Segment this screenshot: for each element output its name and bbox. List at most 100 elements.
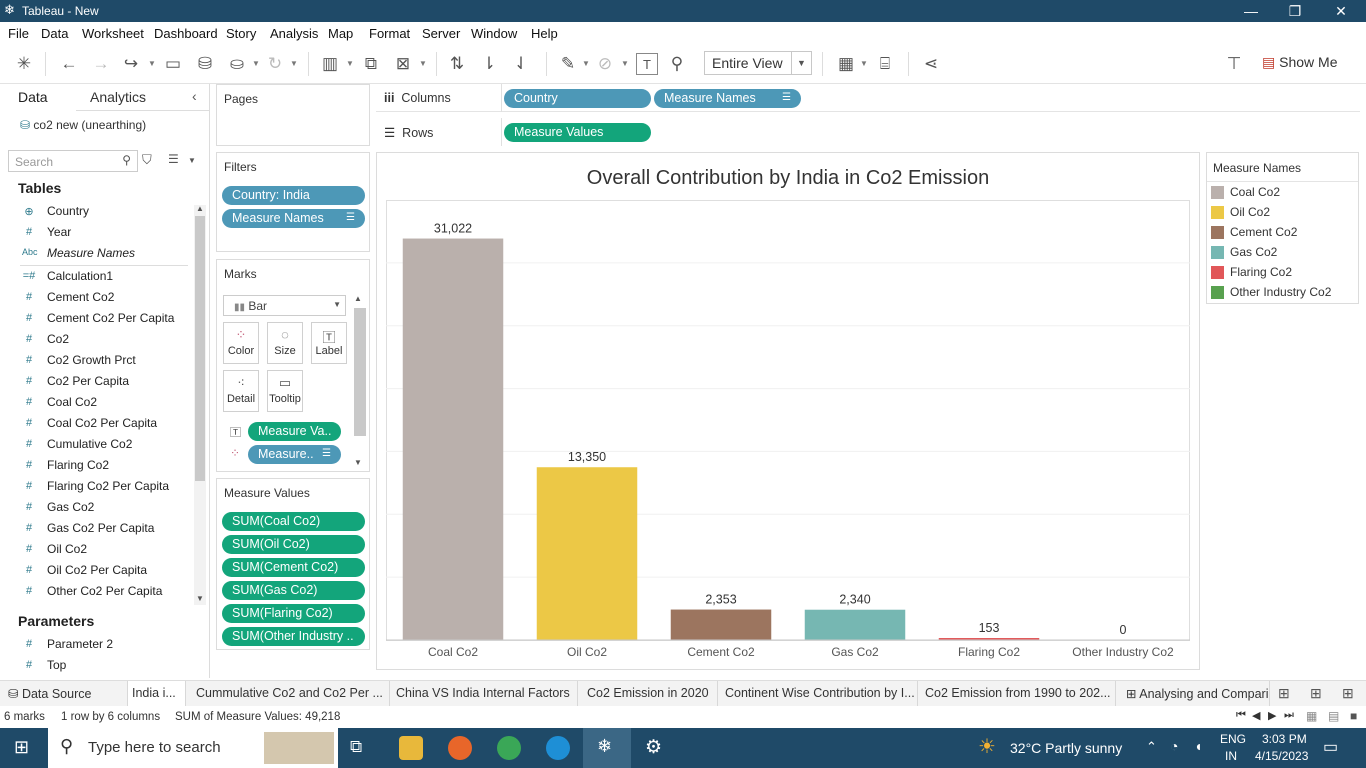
file-explorer-icon[interactable] (399, 736, 423, 760)
tab-data[interactable]: Data (18, 89, 48, 105)
scroll-up-icon[interactable]: ▲ (354, 294, 362, 303)
tab-cummulative[interactable]: Cummulative Co2 and Co2 Per ... (190, 681, 390, 707)
measure-pill[interactable]: SUM(Flaring Co2) (222, 604, 365, 623)
filter-pill-country[interactable]: Country: India (222, 186, 365, 205)
scroll-up-icon[interactable]: ▲ (196, 204, 204, 213)
measure-pill[interactable]: SUM(Oil Co2) (222, 535, 365, 554)
detail-button[interactable]: ⁖ Detail (223, 370, 259, 412)
show-filmstrip-icon[interactable]: ▦ (1306, 709, 1317, 723)
task-view-icon[interactable]: ⧉ (350, 737, 362, 757)
firefox-icon[interactable] (448, 736, 472, 760)
tab-analysing[interactable]: ⊞ Analysing and Compari (1118, 681, 1270, 707)
field-item[interactable]: # Coal Co2 (22, 395, 192, 413)
menu-help[interactable]: Help (531, 26, 558, 41)
presentation-mode-icon[interactable]: ⌸ (874, 53, 896, 75)
menu-data[interactable]: Data (41, 26, 68, 41)
fit-view-select[interactable]: Entire View ▼ (704, 51, 812, 75)
tab-china-vs-india[interactable]: China VS India Internal Factors (390, 681, 578, 707)
pages-card[interactable]: Pages (216, 84, 370, 146)
previous-sheet-icon[interactable]: ◀ (1252, 709, 1260, 722)
weather-widget[interactable]: ☀ 32°C Partly sunny (966, 728, 1136, 768)
replay-icon[interactable]: ↪ (120, 53, 142, 75)
scrollbar-thumb[interactable] (354, 308, 366, 436)
columns-pill-measure-names[interactable]: Measure Names ☰ (654, 89, 801, 108)
scroll-down-icon[interactable]: ▼ (354, 458, 362, 467)
tab-co2-1990[interactable]: Co2 Emission from 1990 to 202... (918, 681, 1116, 707)
edge-icon[interactable] (546, 736, 570, 760)
menu-file[interactable]: File (8, 26, 29, 41)
clear-sheet-icon[interactable]: ⊠ (392, 53, 414, 75)
highlight-icon[interactable]: ✎ (557, 53, 579, 75)
label-button[interactable]: 🅃 Label (311, 322, 347, 364)
mark-type-select[interactable]: ▮▮ Bar ▼ (223, 295, 346, 316)
sort-ascending-icon[interactable]: ⇂ (478, 53, 500, 75)
collapse-pane-icon[interactable]: ‹ (192, 88, 197, 104)
windows-start-icon[interactable]: ⊞ (14, 737, 29, 758)
volume-icon[interactable]: ◖ (1194, 738, 1202, 754)
notifications-icon[interactable]: ▭ (1323, 737, 1338, 757)
field-item[interactable]: # Flaring Co2 Per Capita (22, 479, 192, 497)
show-tabs-icon[interactable]: ▤ (1328, 709, 1339, 723)
field-item[interactable]: ⊕ Country (22, 204, 192, 222)
tab-analytics[interactable]: Analytics (90, 89, 146, 105)
field-item[interactable]: # Oil Co2 (22, 542, 192, 560)
bar[interactable] (670, 609, 772, 640)
swap-rows-columns-icon[interactable]: ⇅ (446, 53, 468, 75)
menu-window[interactable]: Window (471, 26, 517, 41)
field-item[interactable]: # Cumulative Co2 (22, 437, 192, 455)
menu-story[interactable]: Story (226, 26, 256, 41)
new-story-icon[interactable]: ⊞ (1342, 685, 1354, 702)
save-icon[interactable]: ▭ (162, 53, 184, 75)
undo-icon[interactable]: ← (58, 53, 80, 75)
show-cards-icon[interactable]: ▦ (835, 53, 857, 75)
redo-icon[interactable]: → (90, 53, 112, 75)
chevron-down-icon[interactable]: ▼ (582, 59, 590, 68)
taskbar-search-input[interactable]: ⚲ Type here to search (48, 728, 338, 768)
duplicate-sheet-icon[interactable]: ⧉ (360, 53, 382, 75)
new-datasource-icon[interactable]: ⛁ (194, 53, 216, 75)
filter-icon[interactable]: ⛉ (142, 152, 152, 168)
menu-dashboard[interactable]: Dashboard (154, 26, 218, 41)
format-painter-icon[interactable]: ⊤ (1223, 53, 1245, 75)
restore-button[interactable]: ❐ (1272, 2, 1318, 20)
tab-data-source[interactable]: ⛁ Data Source (0, 681, 128, 707)
field-item[interactable]: # Oil Co2 Per Capita (22, 563, 192, 581)
chrome-icon[interactable] (497, 736, 521, 760)
tooltip-button[interactable]: ▭ Tooltip (267, 370, 303, 412)
bar[interactable] (804, 609, 906, 640)
field-item[interactable]: # Cement Co2 Per Capita (22, 311, 192, 329)
chevron-down-icon[interactable]: ▼ (621, 59, 629, 68)
rows-pill-measure-values[interactable]: Measure Values (504, 123, 651, 142)
next-sheet-icon[interactable]: ▶ (1268, 709, 1276, 722)
filters-card[interactable]: Filters Country: India Measure Names ☰ (216, 152, 370, 252)
chevron-down-icon[interactable]: ▼ (419, 59, 427, 68)
last-sheet-icon[interactable]: ⏭ (1284, 709, 1294, 722)
measure-pill[interactable]: SUM(Coal Co2) (222, 512, 365, 531)
measure-pill[interactable]: SUM(Other Industry .. (222, 627, 365, 646)
field-item[interactable]: # Year (22, 225, 192, 243)
field-item[interactable]: # Flaring Co2 (22, 458, 192, 476)
tab-continent-wise[interactable]: Continent Wise Contribution by I... (718, 681, 918, 707)
field-item[interactable]: # Co2 Growth Prct (22, 353, 192, 371)
bar[interactable] (536, 467, 638, 640)
new-worksheet-icon[interactable]: ▥ (319, 53, 341, 75)
field-item[interactable]: # Cement Co2 (22, 290, 192, 308)
minimize-button[interactable]: — (1228, 2, 1274, 20)
share-icon[interactable]: ⋖ (920, 53, 942, 75)
menu-analysis[interactable]: Analysis (270, 26, 318, 41)
pause-updates-icon[interactable]: ⛀ (226, 53, 248, 75)
tableau-task-active[interactable]: ❄ (583, 728, 631, 768)
field-item[interactable]: # Gas Co2 (22, 500, 192, 518)
bar-chart[interactable]: 31,022 Coal Co2 13,350 Oil Co2 2,353 Cement C… (386, 200, 1192, 665)
show-mark-labels-icon[interactable]: T (636, 53, 658, 75)
tab-co2-2020[interactable]: Co2 Emission in 2020 (580, 681, 718, 707)
field-item[interactable]: # Other Co2 Per Capita (22, 584, 192, 602)
close-button[interactable]: ✕ (1318, 2, 1364, 20)
chevron-down-icon[interactable]: ▼ (290, 59, 298, 68)
menu-format[interactable]: Format (369, 26, 410, 41)
new-dashboard-icon[interactable]: ⊞ (1310, 685, 1322, 702)
measure-pill[interactable]: SUM(Gas Co2) (222, 581, 365, 600)
field-item[interactable]: # Co2 Per Capita (22, 374, 192, 392)
chevron-down-icon[interactable]: ▼ (188, 156, 196, 165)
pin-axes-icon[interactable]: ⚲ (666, 53, 688, 75)
